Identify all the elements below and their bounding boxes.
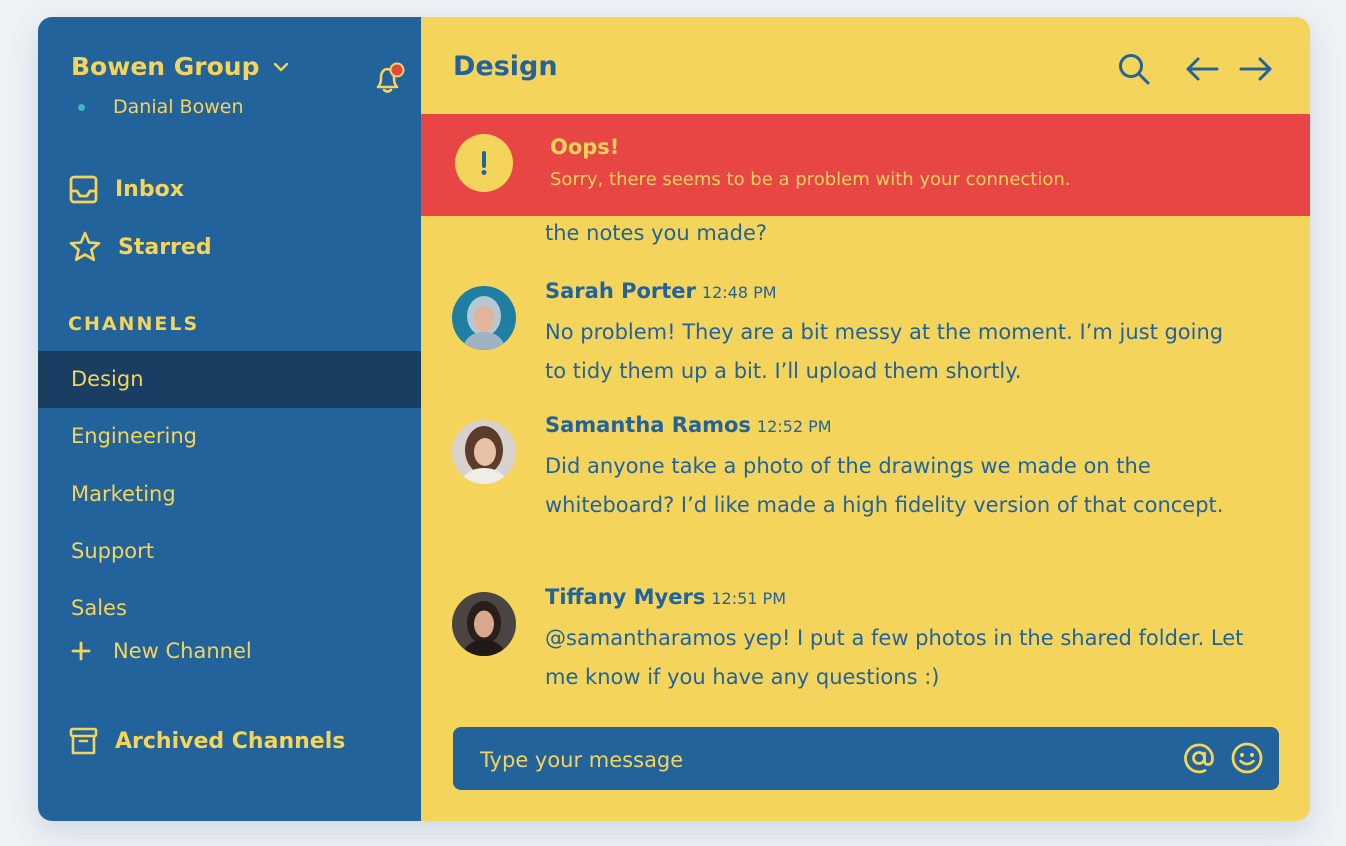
message-author[interactable]: Tiffany Myers [545, 585, 705, 609]
inbox-label: Inbox [115, 177, 184, 202]
online-status-dot [78, 103, 85, 111]
avatar[interactable] [452, 286, 516, 350]
mention-icon[interactable] [1182, 741, 1216, 775]
alert-icon [455, 134, 513, 192]
team-switcher[interactable]: Bowen Group [71, 52, 290, 81]
channel-view: Design Oops! Sorry, there seems to be a … [421, 17, 1310, 821]
app-window: Bowen Group Danial Bowen Inbox Starred C… [38, 17, 1310, 821]
channels-heading: CHANNELS [68, 313, 200, 335]
alert-title: Oops! [550, 135, 620, 159]
sidebar: Bowen Group Danial Bowen Inbox Starred C… [38, 17, 421, 821]
team-name: Bowen Group [71, 52, 260, 81]
archive-box-icon [69, 727, 98, 755]
channel-design[interactable]: Design [38, 351, 421, 408]
avatar[interactable] [452, 592, 516, 656]
star-icon [69, 231, 101, 262]
channel-engineering[interactable]: Engineering [38, 408, 421, 465]
message-time: 12:48 PM [701, 283, 777, 302]
current-user: Danial Bowen [78, 96, 244, 118]
arrow-right-icon[interactable] [1238, 51, 1274, 87]
message-text: No problem! They are a bit messy at the … [545, 320, 1224, 383]
chevron-down-icon [273, 62, 288, 71]
nav-inbox[interactable]: Inbox [68, 174, 184, 205]
nav-starred[interactable]: Starred [68, 230, 212, 264]
message-text: @samantharamos yep! I put a few photos i… [545, 626, 1244, 689]
message-input[interactable] [478, 727, 1162, 792]
search-icon[interactable] [1116, 51, 1152, 87]
inbox-icon [69, 175, 98, 204]
message-text: Did anyone take a photo of the drawings … [545, 454, 1224, 517]
starred-label: Starred [118, 234, 212, 260]
new-channel-button[interactable]: New Channel [71, 639, 252, 663]
archived-channels-label: Archived Channels [115, 729, 346, 754]
new-channel-label: New Channel [113, 639, 252, 663]
emoji-icon[interactable] [1230, 741, 1264, 775]
message-author[interactable]: Sarah Porter [545, 279, 696, 303]
channel-sales[interactable]: Sales [38, 580, 421, 637]
connection-error-banner [421, 114, 1310, 216]
message-time: 12:52 PM [756, 417, 832, 436]
channel-marketing[interactable]: Marketing [38, 466, 421, 523]
alert-message: Sorry, there seems to be a problem with … [550, 169, 1071, 190]
channel-support[interactable]: Support [38, 523, 421, 580]
message-list: the notes you made? Sarah Porter 12:48 PM… [421, 216, 1310, 716]
notification-bell-icon[interactable] [370, 60, 406, 96]
channel-title: Design [453, 51, 558, 82]
channel-header: Design [421, 17, 1310, 114]
arrow-left-icon[interactable] [1184, 51, 1220, 87]
message-time: 12:51 PM [711, 589, 786, 608]
user-name: Danial Bowen [113, 96, 244, 118]
avatar[interactable] [452, 420, 516, 484]
plus-icon [71, 641, 91, 661]
message-text-partial: the notes you made? [545, 221, 768, 245]
nav-archived-channels[interactable]: Archived Channels [68, 726, 345, 757]
message-author[interactable]: Samantha Ramos [545, 413, 751, 437]
message-composer [453, 727, 1279, 792]
